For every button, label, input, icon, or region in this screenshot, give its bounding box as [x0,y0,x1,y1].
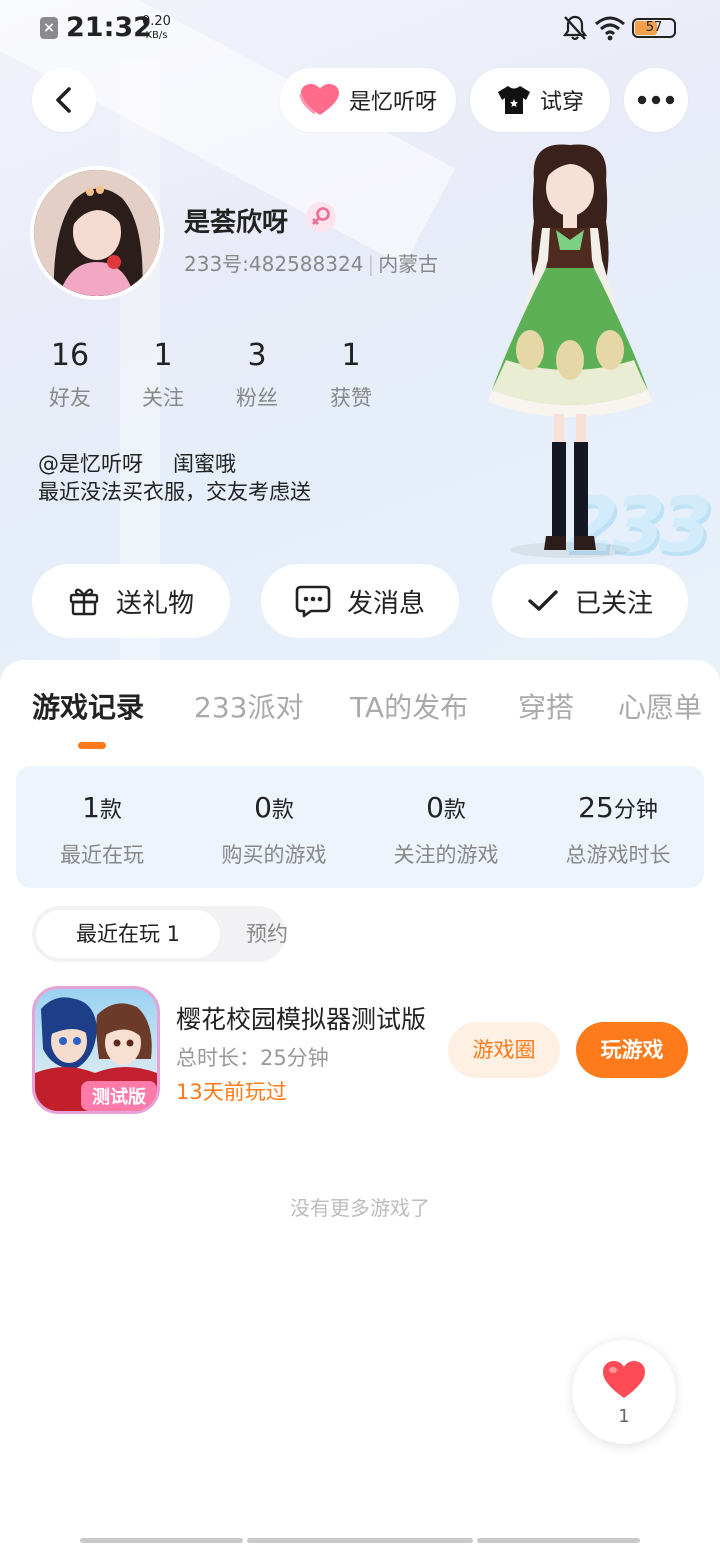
stat-label: 好友 [49,386,91,410]
heart-filled-icon [603,1361,645,1398]
stat-value: 1 [153,338,173,373]
gesture-bar-right [477,1538,640,1543]
summary-unit: 分钟 [613,798,658,823]
stat-value: 3 [247,338,267,373]
send-gift-button[interactable]: 送礼物 [32,564,230,638]
tshirt-icon [497,86,530,114]
game-icon[interactable]: 测试版 [32,986,160,1114]
gift-icon [69,588,99,616]
stat-following[interactable]: 1 关注 [123,338,203,412]
chat-bubble-icon [295,585,331,618]
summary-value: 0 [426,791,444,824]
summary-label: 总游戏时长 [565,843,671,867]
bio-mention[interactable]: @是忆听呀 [38,452,143,476]
summary-value: 1 [82,791,100,824]
network-speed: 0.20 KB/s [142,15,171,42]
game-circle-button[interactable]: 游戏圈 [448,1022,560,1078]
wifi-icon [595,16,625,41]
summary-unit: 款 [443,798,466,823]
bio-text: 最近没法买衣服，交友考虑送 [38,480,311,504]
send-message-label: 发消息 [346,588,425,619]
stat-label: 关注 [142,386,184,410]
summary-label: 关注的游戏 [393,843,499,867]
summary-label: 购买的游戏 [221,843,327,867]
bio-tag: 闺蜜哦 [173,452,236,476]
tab-indicator [78,742,106,749]
gesture-bar-left [80,1538,243,1543]
summary-recent[interactable]: 1款 最近在玩 [16,790,188,869]
like-count: 1 [618,1406,630,1427]
heart-icon [299,84,339,115]
profile-id-line: 233号:482588324 | 内蒙古 [184,252,439,276]
game-duration: 总时长：25分钟 [176,1046,329,1070]
relation-name: 是忆听呀 [348,90,437,115]
tab-game-records[interactable]: 游戏记录 [32,686,144,726]
summary-total-time[interactable]: 25分钟 总游戏时长 [532,790,704,869]
try-on-label: 试穿 [539,90,584,115]
chevron-left-icon [56,87,71,113]
followed-label: 已关注 [574,588,653,619]
stat-label: 粉丝 [236,386,278,410]
stat-fans[interactable]: 3 粉丝 [217,338,297,412]
bell-muted-icon [562,15,588,41]
game-summary-card: 1款 最近在玩 0款 购买的游戏 0款 关注的游戏 25分钟 总游戏时长 [16,766,704,888]
tab-233-party[interactable]: 233派对 [194,686,303,726]
avatar-photo [34,170,160,296]
stat-likes[interactable]: 1 获赞 [311,338,391,412]
stat-friends[interactable]: 16 好友 [30,338,110,412]
try-on-button[interactable]: 试穿 [470,68,610,132]
play-game-button[interactable]: 玩游戏 [576,1022,688,1078]
followed-button[interactable]: 已关注 [492,564,688,638]
profile-uid: 233号:482588324 [184,252,364,276]
send-message-button[interactable]: 发消息 [261,564,459,638]
battery-level: 57 [645,20,663,35]
game-title[interactable]: 樱花校园模拟器测试版 [176,1000,436,1036]
network-speed-value: 0.20 [142,14,171,29]
avatar[interactable] [30,166,164,300]
summary-unit: 款 [271,798,294,823]
summary-value: 25 [578,791,614,824]
network-speed-unit: KB/s [145,30,168,41]
profile-region: 内蒙古 [378,252,439,276]
send-gift-label: 送礼物 [115,588,194,619]
avatar-character-figure[interactable] [470,140,670,560]
battery-icon: 57 [632,18,676,38]
summary-followed-games[interactable]: 0款 关注的游戏 [360,790,532,869]
stat-value: 16 [50,338,90,373]
no-sim-icon: × [40,17,58,39]
tab-outfits[interactable]: 穿搭 [518,686,574,726]
game-list-segment: 最近在玩 1 预约 [32,906,288,962]
summary-unit: 款 [99,798,122,823]
summary-purchased[interactable]: 0款 购买的游戏 [188,790,360,869]
profile-name: 是荟欣呀 [184,208,289,238]
back-button[interactable] [32,68,96,132]
status-bar: × 21:32 0.20 KB/s 57 [0,0,720,58]
more-options-button[interactable] [624,68,688,132]
profile-bio: @是忆听呀 闺蜜哦 最近没法买衣服，交友考虑送 [38,450,311,506]
female-gender-icon [306,202,336,232]
like-button[interactable]: 1 [572,1340,676,1444]
segment-reserve[interactable]: 预约 [228,910,312,958]
segment-recent[interactable]: 最近在玩 1 [36,910,220,958]
game-last-played: 13天前玩过 [176,1080,287,1104]
relation-heart-button[interactable]: 是忆听呀 [280,68,456,132]
more-dots-icon [637,95,675,105]
tab-posts[interactable]: TA的发布 [350,686,468,726]
checkmark-icon [528,590,558,611]
summary-value: 0 [254,791,272,824]
game-icon-art: 测试版 [35,997,157,1111]
no-more-games-text: 没有更多游戏了 [290,1196,430,1220]
gesture-bar-center [247,1538,473,1543]
stat-label: 获赞 [330,386,372,410]
stat-value: 1 [341,338,361,373]
summary-label: 最近在玩 [60,843,144,867]
tab-wishlist[interactable]: 心愿单 [618,686,702,726]
game-icon-badge: 测试版 [92,1086,146,1108]
status-time: 21:32 [66,12,152,43]
